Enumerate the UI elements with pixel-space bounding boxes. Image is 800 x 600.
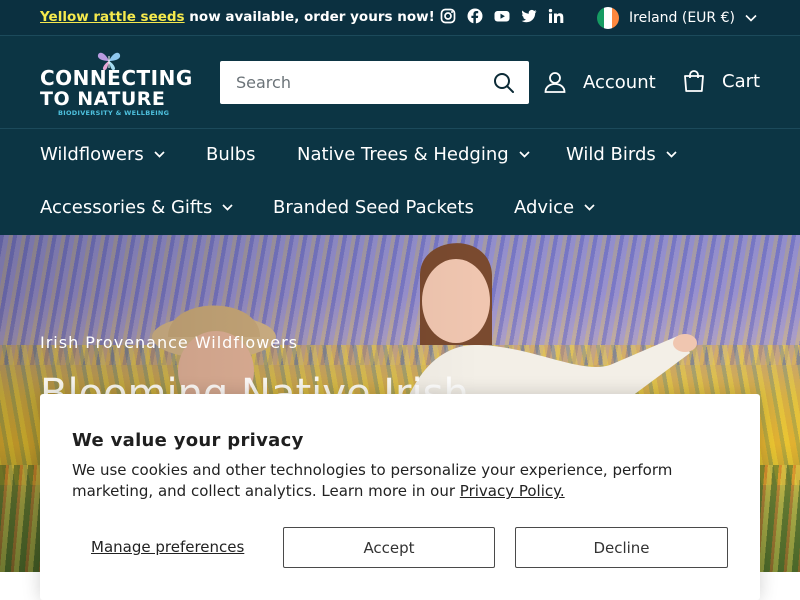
nav-item-label: Accessories & Gifts bbox=[40, 197, 213, 218]
shopping-bag-icon bbox=[684, 70, 704, 92]
privacy-policy-link[interactable]: Privacy Policy. bbox=[460, 482, 565, 500]
announcement-text: Yellow rattle seeds now available, order… bbox=[40, 9, 435, 25]
cookie-title: We value your privacy bbox=[72, 430, 304, 451]
instagram-icon[interactable] bbox=[440, 8, 456, 24]
account-label: Account bbox=[583, 71, 656, 93]
search-bar bbox=[220, 61, 529, 104]
locale-label: Ireland (EUR €) bbox=[629, 10, 735, 26]
nav-item-label: Wild Birds bbox=[566, 144, 656, 165]
nav-item-wildflowers[interactable]: Wildflowers bbox=[40, 144, 165, 165]
site-logo[interactable]: CONNECTING TO NATURE BIODIVERSITY & WELL… bbox=[40, 50, 193, 117]
nav-item-label: Branded Seed Packets bbox=[273, 197, 474, 218]
linkedin-icon[interactable] bbox=[548, 8, 564, 24]
locale-selector[interactable]: Ireland (EUR €) bbox=[597, 7, 757, 29]
nav-item-wild-birds[interactable]: Wild Birds bbox=[566, 144, 677, 165]
announcement-rest: now available, order yours now! bbox=[184, 9, 435, 25]
youtube-icon[interactable] bbox=[494, 8, 510, 24]
manage-preferences-link[interactable]: Manage preferences bbox=[91, 538, 244, 556]
user-icon bbox=[544, 72, 566, 93]
hero-eyebrow: Irish Provenance Wildflowers bbox=[40, 333, 299, 352]
announcement-bar: Yellow rattle seeds now available, order… bbox=[0, 0, 800, 35]
chevron-down-icon bbox=[745, 14, 757, 22]
nav-item-label: Native Trees & Hedging bbox=[297, 144, 509, 165]
decline-button[interactable]: Decline bbox=[515, 527, 728, 568]
nav-item-native-trees-hedging[interactable]: Native Trees & Hedging bbox=[297, 144, 530, 165]
cookie-body-text: We use cookies and other technologies to… bbox=[72, 461, 673, 500]
cookie-body: We use cookies and other technologies to… bbox=[72, 460, 712, 502]
accept-button[interactable]: Accept bbox=[283, 527, 495, 568]
account-link[interactable]: Account bbox=[543, 70, 656, 94]
twitter-icon[interactable] bbox=[521, 8, 537, 24]
chevron-down-icon bbox=[666, 151, 677, 158]
nav-item-branded-seed-packets[interactable]: Branded Seed Packets bbox=[273, 197, 474, 218]
site-header: CONNECTING TO NATURE BIODIVERSITY & WELL… bbox=[0, 35, 800, 129]
logo-tagline: BIODIVERSITY & WELLBEING bbox=[58, 109, 170, 117]
nav-item-label: Wildflowers bbox=[40, 144, 144, 165]
search-icon[interactable] bbox=[493, 72, 515, 94]
search-input[interactable] bbox=[220, 61, 490, 104]
logo-line-1: CONNECTING bbox=[40, 66, 193, 90]
cart-label: Cart bbox=[722, 70, 761, 92]
logo-line-2: TO NATURE bbox=[40, 88, 166, 110]
nav-item-advice[interactable]: Advice bbox=[514, 197, 595, 218]
nav-item-label: Advice bbox=[514, 197, 575, 218]
chevron-down-icon bbox=[584, 204, 595, 211]
chevron-down-icon bbox=[154, 151, 165, 158]
main-navigation: Wildflowers Bulbs Native Trees & Hedging… bbox=[0, 129, 800, 235]
nav-item-bulbs[interactable]: Bulbs bbox=[206, 144, 256, 165]
nav-item-accessories-gifts[interactable]: Accessories & Gifts bbox=[40, 197, 233, 218]
nav-item-label: Bulbs bbox=[206, 144, 256, 165]
facebook-icon[interactable] bbox=[467, 8, 483, 24]
chevron-down-icon bbox=[519, 151, 530, 158]
cart-link[interactable]: Cart bbox=[682, 69, 760, 93]
social-links bbox=[440, 8, 564, 24]
chevron-down-icon bbox=[222, 204, 233, 211]
announcement-link[interactable]: Yellow rattle seeds bbox=[40, 9, 185, 25]
ireland-flag-icon bbox=[597, 7, 619, 29]
cookie-consent-banner: We value your privacy We use cookies and… bbox=[40, 394, 760, 600]
